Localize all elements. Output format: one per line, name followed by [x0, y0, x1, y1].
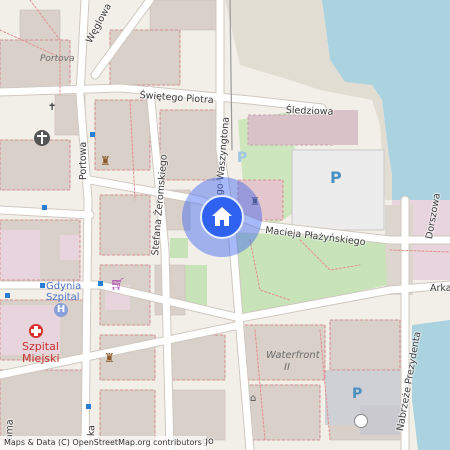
bus-stop-icon — [42, 205, 47, 210]
map-attribution[interactable]: Maps & Data (C) OpenStreetMap.org contri… — [0, 436, 206, 450]
bus-stop-icon — [86, 404, 91, 409]
area-label-waterfront: Waterfront — [266, 350, 320, 361]
area-label-waterfront-ii: II — [284, 362, 290, 373]
bus-stop-icon — [90, 132, 95, 137]
hospital-symbol: H — [56, 304, 66, 315]
map-view[interactable]: Portova Węglowa Świętego Piotra Śledziow… — [0, 0, 450, 450]
hospital-icon[interactable]: H — [54, 303, 68, 317]
street-label-portowa: Portowa — [78, 141, 89, 180]
parking-icon: P — [352, 386, 363, 402]
museum-icon[interactable]: ♜ — [100, 155, 112, 167]
area-label-portova: Portova — [40, 54, 75, 64]
poi-label-szpital-miejski-2: Miejski — [22, 352, 60, 365]
monument-icon: ⌂ — [250, 393, 257, 404]
bus-stop-icon — [98, 281, 103, 286]
shop-icon[interactable]: 🛒︎ — [110, 278, 125, 290]
home-icon — [212, 207, 232, 226]
bus-stop-icon — [40, 283, 45, 288]
location-marker[interactable] — [200, 195, 244, 239]
bus-stop-icon — [5, 293, 10, 298]
poi-label-gdynia: Gdynia — [46, 281, 82, 292]
street-label-arka: Arka — [430, 283, 450, 294]
street-label-ka: ka — [86, 424, 98, 437]
poi-label-szpital: Szpital — [46, 292, 80, 303]
church-small-icon: ✝ — [48, 102, 57, 113]
theatre-icon[interactable]: ♜ — [104, 352, 116, 364]
church-icon[interactable] — [34, 130, 50, 146]
fountain-icon — [354, 414, 368, 428]
hospital-cross-icon[interactable] — [29, 324, 43, 338]
parking-icon: P — [237, 150, 248, 166]
parking-icon: P — [330, 168, 342, 187]
street-label-sledziowa: Śledziowa — [285, 105, 334, 118]
